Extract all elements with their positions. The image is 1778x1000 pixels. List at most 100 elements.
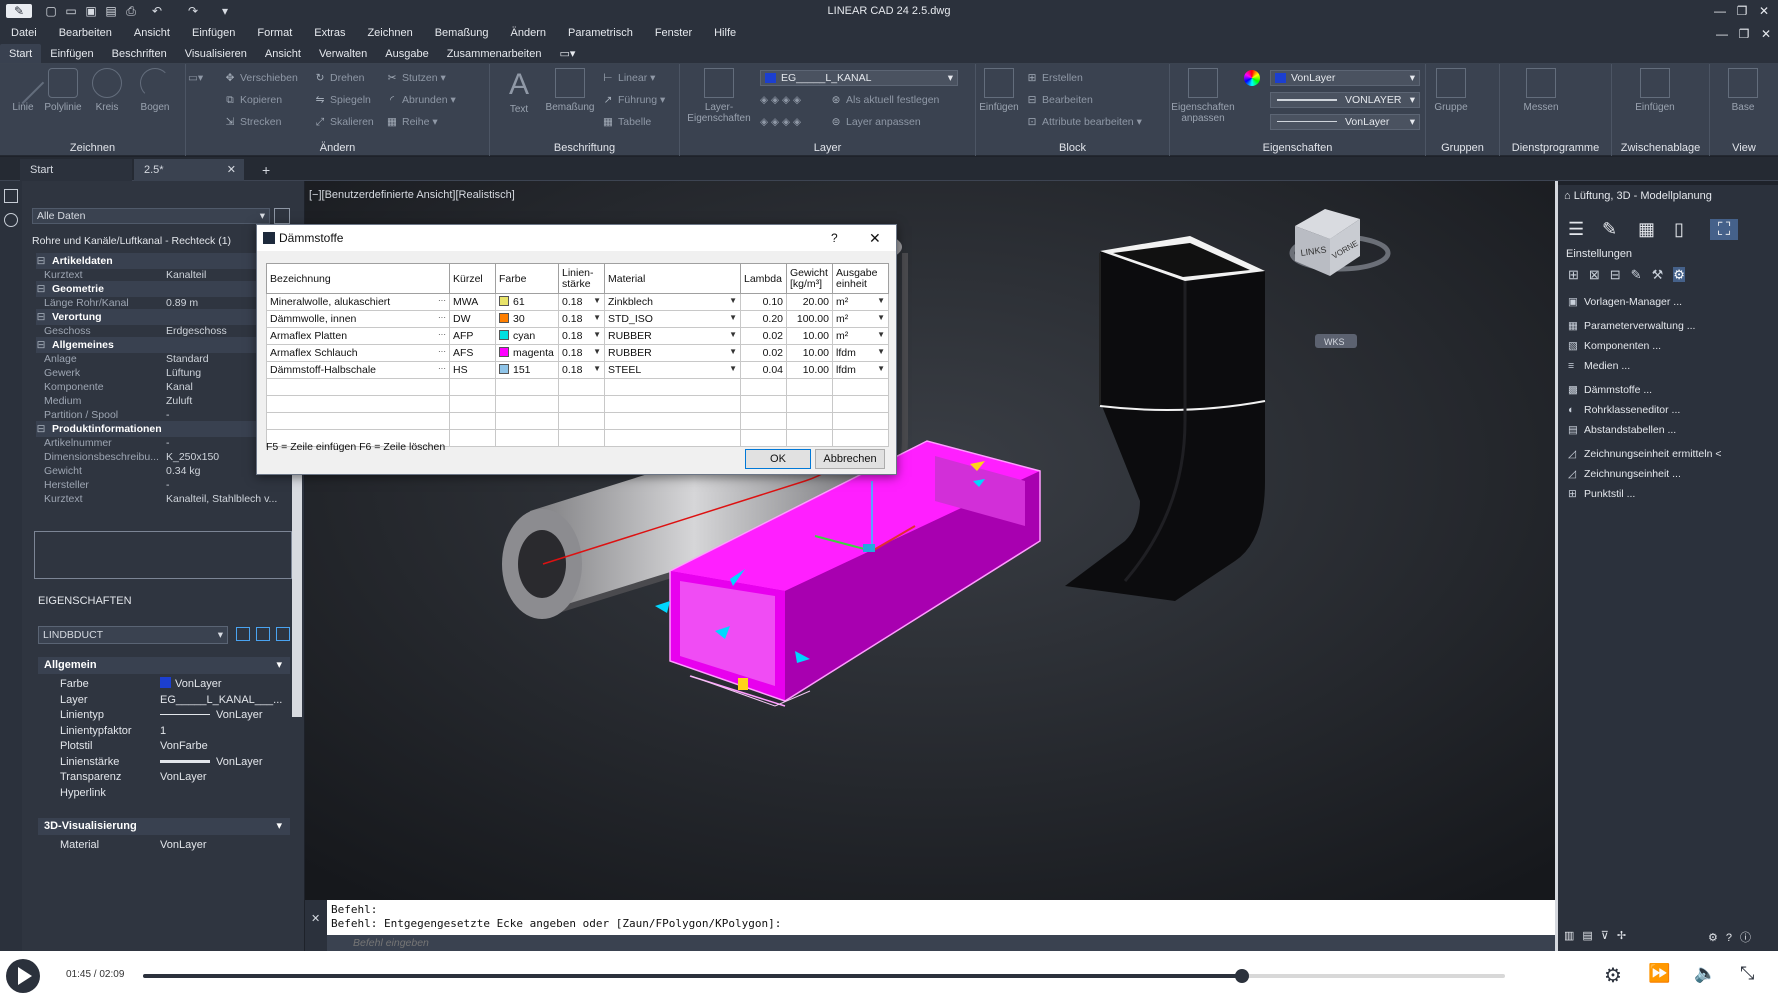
tool-linear[interactable]: ⊢ Linear ▾: [602, 72, 655, 84]
tool-drehen[interactable]: ↻ Drehen: [314, 72, 365, 84]
grip-square[interactable]: [738, 678, 748, 690]
cell-unit[interactable]: m² ▼: [832, 327, 889, 345]
tool-kopieren[interactable]: ⧉ Kopieren: [224, 94, 282, 107]
ucs-grip[interactable]: [863, 544, 875, 552]
table-row[interactable]: Armaflex Platten ··· AFP cyan 0.18 ▼ RUBBER ▼ 0.…: [266, 327, 889, 345]
cell-code[interactable]: AFP: [449, 327, 496, 345]
toggle-pickadd-icon[interactable]: [236, 627, 250, 641]
cell-lineweight[interactable]: 0.18 ▼: [558, 361, 605, 379]
settings-item[interactable]: ◐ Rohrklasseneditor ...: [1568, 401, 1768, 419]
calculator-icon[interactable]: ▦: [1638, 219, 1655, 240]
ellipsis-icon[interactable]: ···: [438, 330, 446, 339]
tab-verwalten[interactable]: Verwalten: [310, 44, 376, 63]
cell-lambda[interactable]: 0.04: [740, 361, 787, 379]
tool-text[interactable]: A Text: [496, 68, 542, 115]
tool-kreis[interactable]: Kreis: [84, 68, 130, 113]
panel-eigenschaften-label[interactable]: Eigenschaften: [1170, 142, 1425, 154]
chevron-down-icon[interactable]: ▼: [593, 364, 601, 373]
settings-toolbar[interactable]: ⊞⊠⊟✎⚒⚙: [1568, 267, 1768, 287]
chevron-down-icon[interactable]: ▼: [877, 347, 885, 356]
settings-item[interactable]: ▦ Parameterverwaltung ...: [1568, 317, 1768, 335]
cell-name[interactable]: Dämmstoff-Halbschale ···: [266, 361, 450, 379]
chevron-down-icon[interactable]: ▼: [729, 296, 737, 305]
object-type-select[interactable]: LINDBDUCT ▾: [38, 626, 228, 644]
tab-zusammenarbeiten[interactable]: Zusammenarbeiten: [438, 44, 551, 63]
cell-color[interactable]: 30: [495, 310, 559, 328]
panel-block-label[interactable]: Block: [976, 142, 1169, 154]
minimize-icon[interactable]: —: [1710, 3, 1730, 19]
cell-lambda[interactable]: 0.02: [740, 327, 787, 345]
select-objects-icon[interactable]: [274, 208, 290, 224]
settings-item[interactable]: ▩ Dämmstoffe ...: [1568, 381, 1768, 399]
tab-einfuegen[interactable]: Einfügen: [41, 44, 102, 63]
cell-color[interactable]: cyan: [495, 327, 559, 345]
panel-dienstprogramme-label[interactable]: Dienstprogramme: [1500, 142, 1611, 154]
ellipsis-icon[interactable]: ···: [438, 347, 446, 356]
chevron-down-icon[interactable]: ▼: [729, 347, 737, 356]
tool-bogen[interactable]: Bogen: [132, 68, 178, 113]
cell-lambda[interactable]: 0.20: [740, 310, 787, 328]
chevron-down-icon[interactable]: ▼: [593, 330, 601, 339]
panel-zeichnen-label[interactable]: Zeichnen: [0, 142, 185, 154]
property-row-farbe[interactable]: Farbe VonLayer: [38, 676, 290, 693]
tool-als-aktuell[interactable]: ⊛ Als aktuell festlegen: [830, 94, 940, 106]
cell-material[interactable]: RUBBER ▼: [604, 344, 741, 362]
cell-code[interactable]: MWA: [449, 293, 496, 311]
col-linienstaerke[interactable]: Linien- stärke: [558, 263, 605, 294]
cell-lambda[interactable]: 0.02: [740, 344, 787, 362]
tool-abrunden[interactable]: ◜ Abrunden ▾: [386, 94, 456, 106]
doc-tab-drawing[interactable]: 2.5* ✕: [134, 159, 244, 181]
settings-item[interactable]: ▧ Komponenten ...: [1568, 337, 1768, 355]
cell-lineweight[interactable]: 0.18 ▼: [558, 293, 605, 311]
menu-format[interactable]: Format: [246, 24, 303, 44]
chevron-down-icon[interactable]: ▼: [877, 364, 885, 373]
playback-speed-icon[interactable]: ⏩: [1648, 963, 1670, 984]
col-farbe[interactable]: Farbe: [495, 263, 559, 294]
settings-tab-icon[interactable]: ⛶: [1710, 219, 1738, 240]
chevron-down-icon[interactable]: ▼: [729, 330, 737, 339]
settings-item[interactable]: ◿ Zeichnungseinheit ermitteln <: [1568, 445, 1768, 463]
doc-restore-icon[interactable]: ❐: [1734, 26, 1754, 42]
table-row[interactable]: Mineralwolle, alukaschiert ··· MWA 61 0.18 ▼ Z…: [266, 293, 889, 311]
tool-attribute-bearbeiten[interactable]: ⊡ Attribute bearbeiten ▾: [1026, 116, 1142, 128]
property-row-hyperlink[interactable]: Hyperlink: [38, 785, 290, 802]
doc-minimize-icon[interactable]: —: [1712, 26, 1732, 42]
palette-settings-help[interactable]: ⚙?ⓘ: [1708, 929, 1759, 945]
seek-bar[interactable]: [143, 969, 1505, 983]
cell-code[interactable]: DW: [449, 310, 496, 328]
layer-tool-row2[interactable]: ◈ ◈ ◈ ◈: [760, 116, 801, 128]
layer-palette-icon[interactable]: [4, 213, 18, 227]
chevron-down-icon[interactable]: ▼: [729, 364, 737, 373]
ribbon-options-icon[interactable]: ▭▾: [550, 44, 584, 63]
play-button[interactable]: [6, 959, 40, 993]
property-row-transparenz[interactable]: Transparenz VonLayer: [38, 769, 290, 786]
restore-icon[interactable]: ❐: [1732, 3, 1752, 19]
cell-material[interactable]: STD_ISO ▼: [604, 310, 741, 328]
cell-code[interactable]: HS: [449, 361, 496, 379]
settings-item[interactable]: ◿ Zeichnungseinheit ...: [1568, 465, 1768, 483]
panel-aendern-label[interactable]: Ändern: [186, 142, 489, 154]
tab-ausgabe[interactable]: Ausgabe: [376, 44, 437, 63]
exit-fullscreen-icon[interactable]: ⤡: [1740, 963, 1754, 984]
empty-table-row[interactable]: [266, 412, 889, 430]
layer-combo[interactable]: EG_____L_KANAL ▾: [760, 70, 958, 86]
doc-tab-start[interactable]: Start: [20, 159, 132, 181]
cell-weight[interactable]: 10.00: [786, 344, 833, 362]
section-allgemein[interactable]: Allgemein ▾: [38, 657, 290, 674]
tool-tabelle[interactable]: ▦ Tabelle: [602, 116, 651, 128]
table-row[interactable]: Dämmwolle, innen ··· DW 30 0.18 ▼ STD_ISO ▼ 0.20…: [266, 310, 889, 328]
cell-weight[interactable]: 10.00: [786, 361, 833, 379]
ellipsis-icon[interactable]: ···: [438, 364, 446, 373]
document-icon[interactable]: ▯: [1674, 219, 1684, 240]
tool-fuehrung[interactable]: ↗ Führung ▾: [602, 94, 666, 106]
menu-datei[interactable]: Datei: [0, 24, 48, 44]
table-row[interactable]: Dämmstoff-Halbschale ··· HS 151 0.18 ▼ STEEL ▼ 0…: [266, 361, 889, 379]
panel-layer-label[interactable]: Layer: [680, 142, 975, 154]
tool-base[interactable]: Base: [1720, 68, 1766, 113]
menu-fenster[interactable]: Fenster: [644, 24, 703, 44]
cell-unit[interactable]: m² ▼: [832, 293, 889, 311]
cell-weight[interactable]: 10.00: [786, 327, 833, 345]
chevron-down-icon[interactable]: ▼: [877, 330, 885, 339]
cell-color[interactable]: 151: [495, 361, 559, 379]
command-input[interactable]: [353, 936, 953, 950]
